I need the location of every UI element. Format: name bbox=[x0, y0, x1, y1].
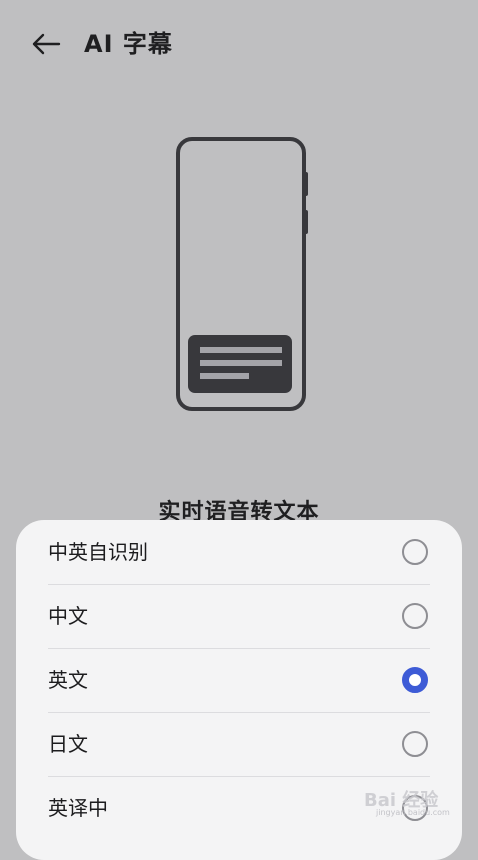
page-title: AI 字幕 bbox=[84, 30, 173, 58]
option-label: 中文 bbox=[48, 604, 88, 628]
option-label: 日文 bbox=[48, 732, 88, 756]
option-zh-en-auto[interactable]: 中英自识别 bbox=[16, 520, 462, 584]
radio-button[interactable] bbox=[402, 539, 428, 565]
option-label: 中英自识别 bbox=[48, 540, 148, 564]
option-english[interactable]: 英文 bbox=[16, 648, 462, 712]
back-button[interactable] bbox=[26, 26, 66, 62]
watermark: Bai 经验 jingyan.baidu.com bbox=[362, 776, 462, 817]
radio-button-selected[interactable] bbox=[402, 667, 428, 693]
radio-button[interactable] bbox=[402, 603, 428, 629]
option-label: 英译中 bbox=[48, 796, 108, 820]
watermark-subtext: jingyan.baidu.com bbox=[376, 808, 450, 817]
option-chinese[interactable]: 中文 bbox=[16, 584, 462, 648]
phone-with-subtitle-illustration bbox=[176, 137, 308, 411]
option-japanese[interactable]: 日文 bbox=[16, 712, 462, 776]
arrow-left-icon bbox=[32, 33, 61, 55]
radio-button[interactable] bbox=[402, 731, 428, 757]
app-header: AI 字幕 bbox=[0, 0, 478, 88]
option-label: 英文 bbox=[48, 668, 88, 692]
phone-illustration bbox=[168, 132, 316, 422]
